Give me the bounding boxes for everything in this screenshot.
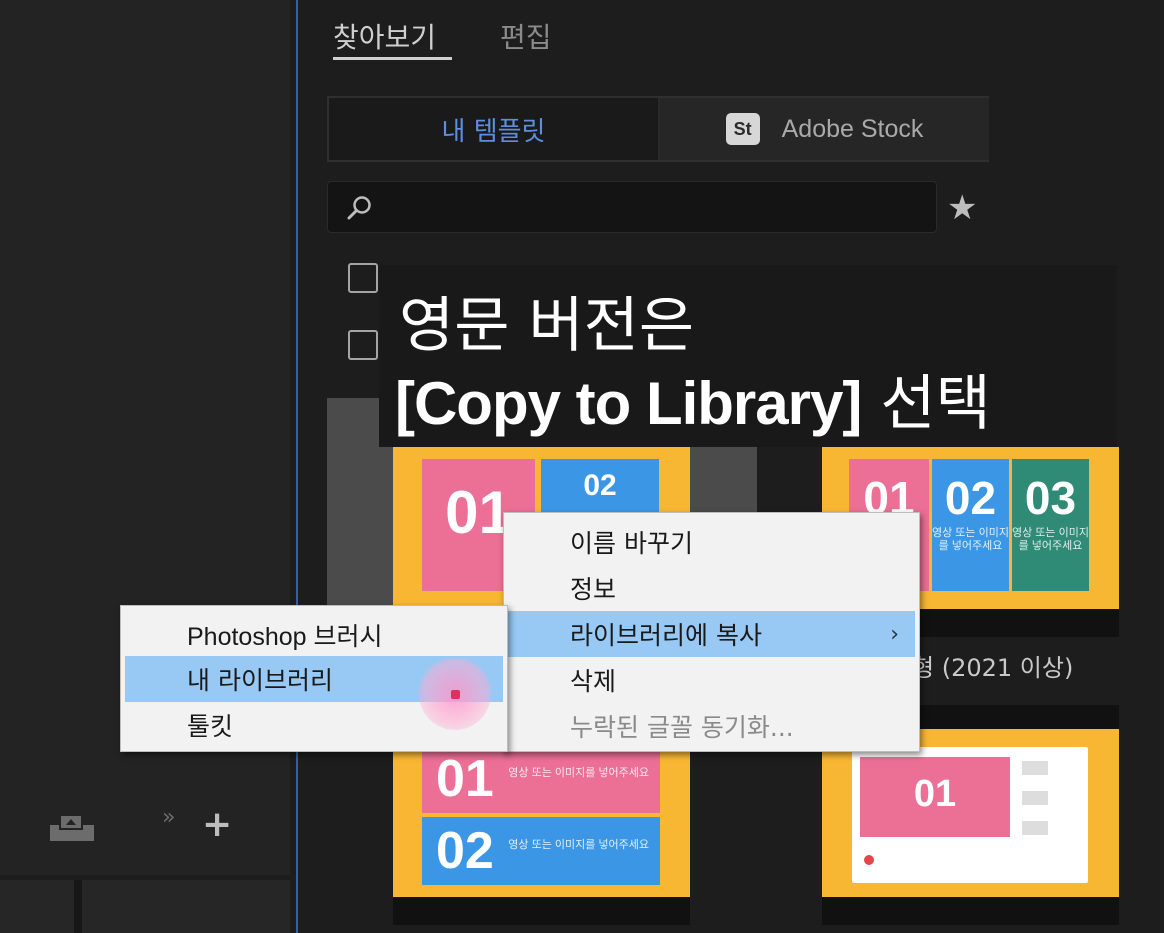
menu-item-label: 라이브러리에 복사 xyxy=(570,621,762,650)
favorites-star-icon[interactable]: ★ xyxy=(947,188,977,228)
tile-02: 02 영상 또는 이미지를 넣어주세요 xyxy=(422,817,660,885)
menu-item-copy-to-library[interactable]: 라이브러리에 복사 › xyxy=(508,611,915,657)
library-icon[interactable] xyxy=(50,813,94,841)
cursor-icon xyxy=(451,690,460,699)
tile-02: 02 xyxy=(541,459,659,517)
mock-line xyxy=(1022,821,1048,835)
add-plus-icon[interactable]: + xyxy=(202,807,232,843)
search-icon xyxy=(347,196,371,220)
tab-browse[interactable]: 찾아보기 xyxy=(333,16,436,56)
tile-02: 02 영상 또는 이미지를 넣어주세요 xyxy=(932,459,1009,591)
tab-edit[interactable]: 편집 xyxy=(500,16,552,56)
left-bottom-toolbar: » + xyxy=(50,805,250,855)
caption-line-2: [Copy to Library] 선택 xyxy=(395,355,991,442)
mock-video-card: 01 xyxy=(852,747,1088,883)
left-bottom-strip xyxy=(0,880,290,933)
chevron-right-icon: › xyxy=(890,621,899,647)
search-input[interactable] xyxy=(327,181,937,233)
tile-03: 03 영상 또는 이미지를 넣어주세요 xyxy=(1012,459,1089,591)
menu-item-info[interactable]: 정보 xyxy=(508,565,915,611)
template-thumbnail[interactable]: 01 영상 또는 이미지를 넣어주세요 02 영상 또는 이미지를 넣어주세요 xyxy=(393,735,690,925)
thumbnail-caption-bar xyxy=(822,897,1119,925)
menu-item-delete[interactable]: 삭제 xyxy=(508,657,915,703)
mock-line xyxy=(1022,761,1048,775)
caption-korean-suffix: 선택 xyxy=(861,369,991,439)
filter-checkbox[interactable] xyxy=(348,330,378,360)
submenu-item-photoshop-brushes[interactable]: Photoshop 브러시 xyxy=(125,612,503,658)
tile-01: 01 xyxy=(860,757,1010,837)
adobe-stock-button[interactable]: St Adobe Stock xyxy=(660,98,989,160)
adobe-stock-label: Adobe Stock xyxy=(781,114,924,143)
bottom-cell xyxy=(82,880,290,933)
thumbnail-caption-bar xyxy=(393,897,690,925)
adobe-stock-icon: St xyxy=(725,113,760,145)
panel-divider[interactable] xyxy=(296,0,298,933)
my-templates-button[interactable]: 내 템플릿 xyxy=(329,98,658,160)
menu-item-sync-missing-fonts[interactable]: 누락된 글꼴 동기화... xyxy=(508,703,915,749)
tile-01: 01 영상 또는 이미지를 넣어주세요 xyxy=(422,745,660,813)
caption-line-1: 영문 버전은 xyxy=(399,291,695,361)
menu-item-rename[interactable]: 이름 바꾸기 xyxy=(508,519,915,565)
active-tab-underline xyxy=(333,57,452,60)
filter-checkbox[interactable] xyxy=(348,263,378,293)
caption-english-command: [Copy to Library] xyxy=(395,370,862,437)
caption-overlay: 영문 버전은 [Copy to Library] 선택 xyxy=(379,265,1117,447)
template-title: 형 (2021 이상) xyxy=(912,654,1074,682)
mock-line xyxy=(1022,791,1048,805)
bottom-cell xyxy=(0,880,74,933)
context-menu: 이름 바꾸기 정보 라이브러리에 복사 › 삭제 누락된 글꼴 동기화... xyxy=(503,512,920,752)
avatar xyxy=(864,855,874,865)
chevron-double-right-icon[interactable]: » xyxy=(162,805,176,830)
template-source-toggle: 내 템플릿 St Adobe Stock xyxy=(327,96,989,162)
